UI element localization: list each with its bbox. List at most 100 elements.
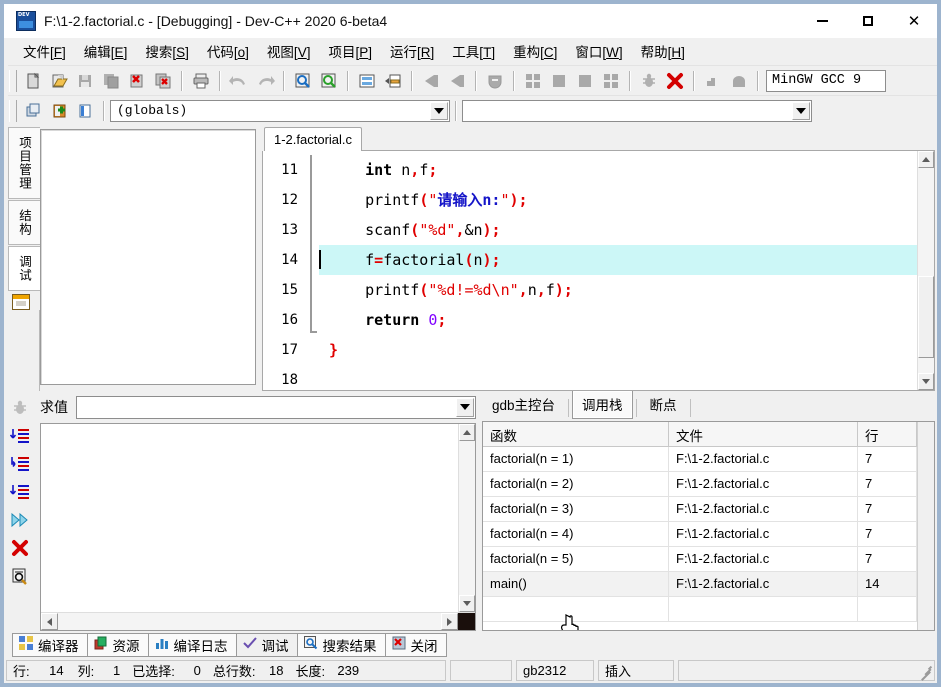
insert-icon[interactable] xyxy=(482,69,508,93)
tab-breakpoints[interactable]: 断点 xyxy=(640,390,687,419)
column-header-file[interactable]: 文件 xyxy=(669,422,858,447)
minimize-button[interactable] xyxy=(799,4,845,38)
open-file-icon[interactable] xyxy=(46,69,72,93)
profile-icon[interactable] xyxy=(700,69,726,93)
step-out-icon[interactable] xyxy=(8,481,32,503)
bottom-tab-resource[interactable]: 资源 xyxy=(87,633,149,657)
bottom-tab-debug[interactable]: 调试 xyxy=(236,633,298,657)
undo-icon[interactable] xyxy=(226,69,252,93)
code-line[interactable]: printf("%d!=%d\n",n,f); xyxy=(319,275,917,305)
chevron-down-icon[interactable] xyxy=(456,398,474,417)
menu-code[interactable]: 代码[o] xyxy=(198,38,258,64)
code-editor[interactable]: 11 12 13 14 15 16 17 18 int n,f; printf( xyxy=(262,151,935,391)
code-fold-column[interactable] xyxy=(305,151,319,390)
close-file-icon[interactable] xyxy=(124,69,150,93)
add-to-project-icon[interactable] xyxy=(46,99,72,123)
call-stack-vscrollbar[interactable] xyxy=(917,422,934,630)
menu-help[interactable]: 帮助[H] xyxy=(632,38,694,64)
replace-icon[interactable] xyxy=(316,69,342,93)
forward-icon[interactable] xyxy=(444,69,470,93)
sidebar-item-structure[interactable]: 结构 xyxy=(8,200,40,245)
compiler-select[interactable]: MinGW GCC 9 xyxy=(766,70,886,92)
scope-select[interactable]: (globals) xyxy=(110,100,450,122)
chevron-down-icon[interactable] xyxy=(430,102,448,120)
close-button[interactable]: ✕ xyxy=(891,4,937,38)
watch-hscroll-track[interactable] xyxy=(58,613,441,630)
table-row[interactable]: factorial(n = 3)F:\1-2.factorial.c7 xyxy=(483,497,917,522)
evaluate-input[interactable] xyxy=(76,396,476,419)
continue-icon[interactable] xyxy=(8,509,32,531)
stop-debug-icon[interactable] xyxy=(8,537,32,559)
menu-window[interactable]: 窗口[W] xyxy=(566,38,631,64)
new-file-icon[interactable] xyxy=(20,69,46,93)
call-stack-table[interactable]: 函数 文件 行 factorial(n = 1)F:\1-2.factorial… xyxy=(482,421,935,631)
watch-scroll-left-button[interactable] xyxy=(41,613,58,630)
code-line[interactable]: printf("请输入n:"); xyxy=(319,185,917,215)
bottom-tab-search-results[interactable]: 搜索结果 xyxy=(297,633,386,657)
bottom-tab-compile-log[interactable]: 编译日志 xyxy=(148,633,237,657)
tab-factorial-c[interactable]: 1-2.factorial.c xyxy=(264,127,362,152)
run-icon[interactable] xyxy=(546,69,572,93)
chevron-down-icon[interactable] xyxy=(792,102,810,120)
menu-view[interactable]: 视图[V] xyxy=(258,38,320,64)
find-icon[interactable] xyxy=(290,69,316,93)
redo-icon[interactable] xyxy=(252,69,278,93)
new-project-icon[interactable] xyxy=(20,99,46,123)
scroll-up-button[interactable] xyxy=(918,151,934,168)
watch-scroll-down-button[interactable] xyxy=(459,595,475,612)
watch-list[interactable] xyxy=(40,423,476,631)
goto-line-icon[interactable] xyxy=(354,69,380,93)
project-tree[interactable] xyxy=(40,129,256,385)
bug-icon[interactable] xyxy=(8,397,32,419)
table-row[interactable]: main()F:\1-2.factorial.c14 xyxy=(483,572,917,597)
toolbar2-grip[interactable] xyxy=(9,100,17,122)
compile-run-icon[interactable] xyxy=(598,69,624,93)
menu-file[interactable]: 文件[F] xyxy=(14,38,75,64)
code-line[interactable]: scanf("%d",&n); xyxy=(319,215,917,245)
bottom-tab-compiler[interactable]: 编译器 xyxy=(12,633,88,657)
bottom-tab-close[interactable]: 关闭 xyxy=(385,633,447,657)
resize-grip-icon[interactable] xyxy=(918,665,932,679)
back-icon[interactable] xyxy=(418,69,444,93)
tab-call-stack[interactable]: 调用栈 xyxy=(572,390,633,419)
package-icon[interactable] xyxy=(726,69,752,93)
scroll-track[interactable] xyxy=(918,168,934,373)
remove-from-project-icon[interactable] xyxy=(72,99,98,123)
watch-scroll-up-button[interactable] xyxy=(459,424,475,441)
code-line[interactable]: } xyxy=(319,335,917,365)
watch-scroll-right-button[interactable] xyxy=(441,613,458,630)
compile-icon[interactable] xyxy=(520,69,546,93)
menu-refactor[interactable]: 重构[C] xyxy=(504,38,566,64)
watch-content[interactable] xyxy=(41,424,475,612)
menu-run[interactable]: 运行[R] xyxy=(381,38,443,64)
step-over-icon[interactable] xyxy=(8,425,32,447)
save-all-icon[interactable] xyxy=(98,69,124,93)
scroll-down-button[interactable] xyxy=(918,373,934,390)
menu-project[interactable]: 项目[P] xyxy=(319,38,381,64)
abort-icon[interactable] xyxy=(662,69,688,93)
maximize-button[interactable] xyxy=(845,4,891,38)
sidebar-item-project-manager[interactable]: 项目管理 xyxy=(8,127,40,199)
save-file-icon[interactable] xyxy=(72,69,98,93)
table-row[interactable]: factorial(n = 1)F:\1-2.factorial.c7 xyxy=(483,447,917,472)
code-line[interactable]: int n,f; xyxy=(319,155,917,185)
menu-tools[interactable]: 工具[T] xyxy=(443,38,504,64)
print-icon[interactable] xyxy=(188,69,214,93)
toolbar-grip[interactable] xyxy=(9,70,17,92)
code-text[interactable]: int n,f; printf("请输入n:"); scanf("%d",&n)… xyxy=(319,151,917,390)
debug-icon[interactable] xyxy=(636,69,662,93)
table-row[interactable]: factorial(n = 2)F:\1-2.factorial.c7 xyxy=(483,472,917,497)
code-line[interactable]: f=factorial(n); xyxy=(319,245,917,275)
menu-edit[interactable]: 编辑[E] xyxy=(75,38,137,64)
column-header-function[interactable]: 函数 xyxy=(483,422,669,447)
code-line[interactable] xyxy=(319,365,917,390)
editor-vscrollbar[interactable] xyxy=(917,151,934,390)
scroll-thumb[interactable] xyxy=(918,276,934,358)
close-all-icon[interactable] xyxy=(150,69,176,93)
inspect-icon[interactable] xyxy=(8,565,32,587)
column-header-line[interactable]: 行 xyxy=(858,422,917,447)
code-line[interactable]: return 0; xyxy=(319,305,917,335)
symbol-select[interactable] xyxy=(462,100,812,122)
step-into-icon[interactable] xyxy=(8,453,32,475)
tab-gdb-console[interactable]: gdb主控台 xyxy=(482,390,565,419)
